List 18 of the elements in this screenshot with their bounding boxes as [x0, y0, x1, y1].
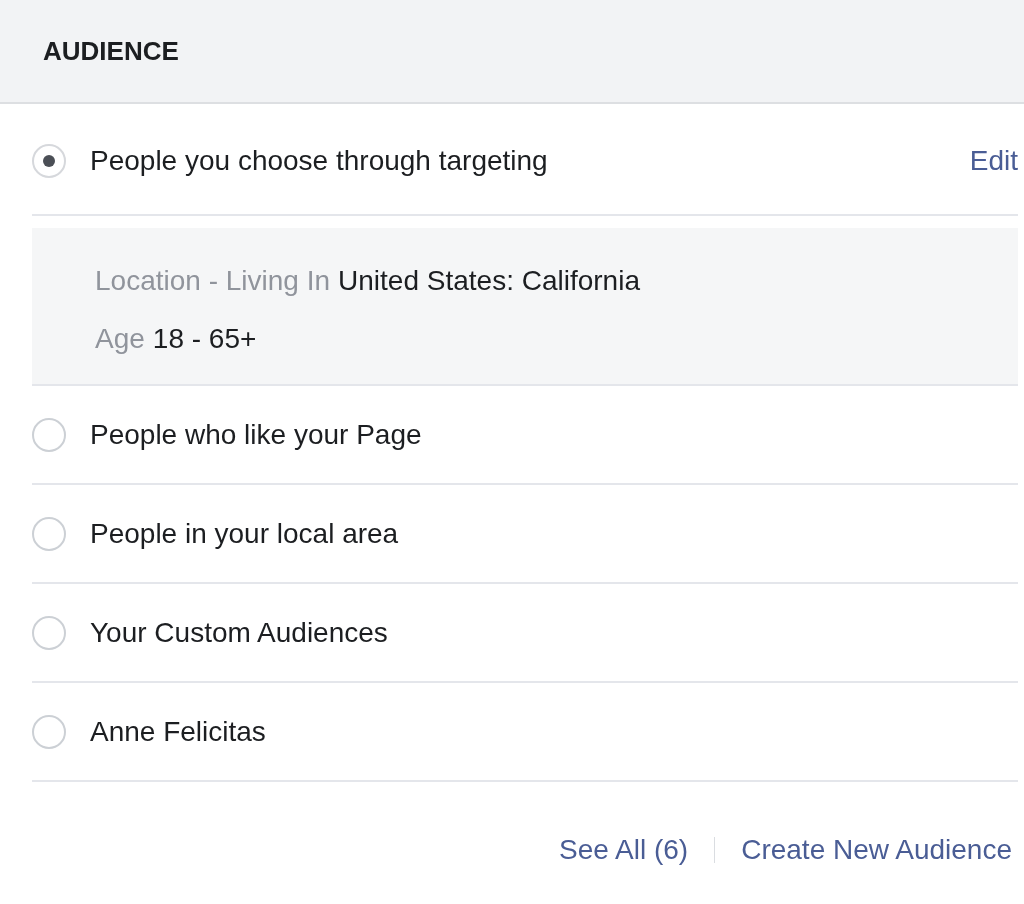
footer-link[interactable]: Create New Audience — [741, 834, 1012, 866]
radio-button[interactable] — [32, 714, 66, 749]
radio-button[interactable] — [32, 417, 66, 452]
section-title: AUDIENCE — [43, 35, 179, 67]
radio-button[interactable] — [32, 516, 66, 551]
option-label: People in your local area — [90, 517, 400, 550]
radio-button[interactable] — [32, 144, 66, 178]
option-label: People who like your Page — [90, 418, 423, 451]
option-label: Anne Felicitas — [90, 715, 267, 748]
radio-button[interactable] — [32, 615, 66, 650]
detail-label: Age — [95, 323, 145, 354]
edit-link[interactable]: Edit — [969, 145, 1018, 177]
option-label: Your Custom Audiences — [90, 616, 389, 649]
detail-label: Location - Living In — [95, 265, 331, 296]
option-label: People you choose through targeting — [90, 145, 549, 177]
detail-value: United States: California — [338, 265, 640, 296]
footer-link[interactable]: See All (6) — [559, 834, 689, 866]
detail-value: 18 - 65+ — [152, 323, 257, 354]
